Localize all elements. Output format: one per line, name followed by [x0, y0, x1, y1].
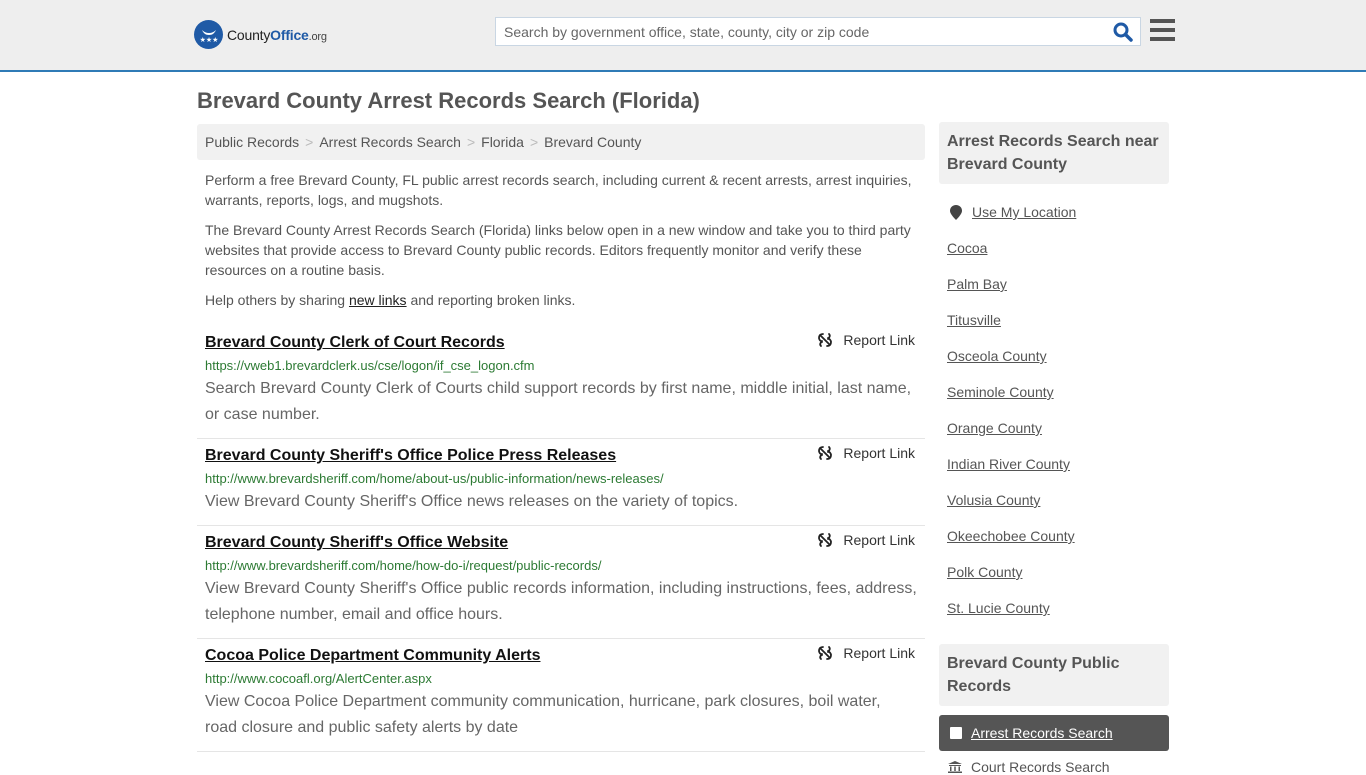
- nearby-link-volusia-county[interactable]: Volusia County: [947, 492, 1040, 508]
- new-links-link[interactable]: new links: [349, 292, 407, 308]
- nearby-link-cocoa[interactable]: Cocoa: [947, 240, 987, 256]
- broken-link-icon: [818, 333, 833, 347]
- nearby-link-orange-county[interactable]: Orange County: [947, 420, 1042, 436]
- nearby-link-palm-bay[interactable]: Palm Bay: [947, 276, 1007, 292]
- breadcrumb-florida[interactable]: Florida: [481, 134, 524, 150]
- nearby-link-osceola-county[interactable]: Osceola County: [947, 348, 1047, 364]
- intro-p3-text: Help others by sharing: [205, 292, 349, 308]
- result-title-link[interactable]: Brevard County Clerk of Court Records: [205, 332, 505, 354]
- report-link-label: Report Link: [843, 332, 915, 348]
- results-list: Brevard County Clerk of Court Records Re…: [197, 326, 925, 752]
- report-link-button[interactable]: Report Link: [817, 445, 915, 461]
- nearby-link-seminole-county[interactable]: Seminole County: [947, 384, 1054, 400]
- search-icon[interactable]: [1112, 21, 1134, 43]
- map-marker-icon: [950, 204, 962, 220]
- result-description: View Brevard County Sheriff's Office pub…: [205, 580, 917, 623]
- nearby-item: Volusia County: [947, 482, 1161, 518]
- nearby-item: Seminole County: [947, 374, 1161, 410]
- breadcrumb-public-records[interactable]: Public Records: [205, 134, 299, 150]
- breadcrumb-separator: >: [305, 134, 314, 150]
- result-item: Brevard County Clerk of Court Records Re…: [197, 326, 925, 439]
- result-item: Cocoa Police Department Community Alerts…: [197, 639, 925, 752]
- report-link-label: Report Link: [843, 445, 915, 461]
- page-title: Brevard County Arrest Records Search (Fl…: [197, 88, 700, 113]
- nearby-link-st-lucie-county[interactable]: St. Lucie County: [947, 600, 1050, 616]
- result-title-link[interactable]: Brevard County Sheriff's Office Police P…: [205, 445, 616, 467]
- breadcrumb-brevard-county[interactable]: Brevard County: [544, 134, 641, 150]
- result-item: Brevard County Sheriff's Office Website …: [197, 526, 925, 639]
- result-description: Search Brevard County Clerk of Courts ch…: [205, 380, 912, 423]
- intro-p3-text-end: and reporting broken links.: [406, 292, 576, 308]
- report-link-label: Report Link: [843, 532, 915, 548]
- nearby-link-okeechobee-county[interactable]: Okeechobee County: [947, 528, 1075, 544]
- broken-link-icon: [818, 646, 833, 660]
- nearby-item: Polk County: [947, 554, 1161, 590]
- top-navigation-bar: ★★★ CountyOffice.org: [0, 0, 1366, 72]
- nearby-item: Cocoa: [947, 230, 1161, 266]
- nearby-item: Titusville: [947, 302, 1161, 338]
- intro-text: Perform a free Brevard County, FL public…: [205, 170, 920, 320]
- nearby-link-titusville[interactable]: Titusville: [947, 312, 1001, 328]
- records-item-arrest-records-search[interactable]: Arrest Records Search: [939, 715, 1169, 751]
- nearby-item: St. Lucie County: [947, 590, 1161, 626]
- svg-text:★★★: ★★★: [199, 36, 218, 44]
- result-url: http://www.cocoafl.org/AlertCenter.aspx: [205, 671, 432, 686]
- breadcrumb-arrest-records-search[interactable]: Arrest Records Search: [319, 134, 461, 150]
- courthouse-icon: [948, 761, 962, 773]
- broken-link-icon: [818, 533, 833, 547]
- result-description: View Cocoa Police Department community c…: [205, 693, 881, 736]
- nearby-item: Palm Bay: [947, 266, 1161, 302]
- court-records-search-link[interactable]: Court Records Search: [971, 759, 1110, 775]
- logo-text-county: County: [227, 26, 271, 43]
- intro-paragraph-2: The Brevard County Arrest Records Search…: [205, 222, 911, 278]
- breadcrumb-separator: >: [466, 134, 476, 150]
- logo-text: CountyOffice.org: [227, 27, 327, 43]
- nearby-item: Okeechobee County: [947, 518, 1161, 554]
- nearby-item: Osceola County: [947, 338, 1161, 374]
- report-link-button[interactable]: Report Link: [817, 645, 915, 661]
- records-item-court-records-search[interactable]: Court Records Search: [939, 759, 1169, 775]
- square-icon: [950, 727, 962, 739]
- intro-paragraph-3: Help others by sharing new links and rep…: [205, 290, 920, 310]
- report-link-label: Report Link: [843, 645, 915, 661]
- result-item: Brevard County Sheriff's Office Police P…: [197, 439, 925, 526]
- breadcrumb-separator: >: [529, 134, 539, 150]
- result-url: http://www.brevardsheriff.com/home/about…: [205, 471, 664, 486]
- search-box: [495, 17, 1141, 46]
- breadcrumb: Public Records > Arrest Records Search > Flo…: [197, 124, 925, 160]
- public-records-heading: Brevard County Public Records: [939, 644, 1169, 706]
- nearby-list: Use My Location Cocoa Palm Bay Titusvill…: [939, 184, 1169, 626]
- report-link-button[interactable]: Report Link: [817, 332, 915, 348]
- result-title-link[interactable]: Brevard County Sheriff's Office Website: [205, 532, 508, 554]
- search-input[interactable]: [496, 18, 1106, 45]
- nearby-link-indian-river-county[interactable]: Indian River County: [947, 456, 1070, 472]
- public-records-sidebar: Brevard County Public Records Arrest Rec…: [939, 644, 1169, 775]
- nearby-link-polk-county[interactable]: Polk County: [947, 564, 1022, 580]
- countyoffice-logo[interactable]: ★★★ CountyOffice.org: [194, 20, 327, 49]
- hamburger-menu-icon[interactable]: [1150, 19, 1175, 41]
- broken-link-icon: [818, 446, 833, 460]
- intro-paragraph-1: Perform a free Brevard County, FL public…: [205, 172, 912, 208]
- result-url: https://vweb1.brevardclerk.us/cse/logon/…: [205, 358, 535, 373]
- use-location-item: Use My Location: [947, 194, 1161, 230]
- result-description: View Brevard County Sheriff's Office new…: [205, 493, 739, 510]
- arrest-records-search-link[interactable]: Arrest Records Search: [971, 725, 1113, 741]
- result-title-link[interactable]: Cocoa Police Department Community Alerts: [205, 645, 540, 667]
- eagle-stars-logo-icon: ★★★: [194, 20, 223, 49]
- logo-text-org: .org: [308, 30, 327, 43]
- use-my-location-link[interactable]: Use My Location: [972, 194, 1076, 230]
- nearby-sidebar: Arrest Records Search near Brevard Count…: [939, 122, 1169, 626]
- nearby-item: Orange County: [947, 410, 1161, 446]
- logo-text-office: Office: [270, 26, 309, 43]
- nearby-item: Indian River County: [947, 446, 1161, 482]
- result-url: http://www.brevardsheriff.com/home/how-d…: [205, 558, 602, 573]
- nearby-heading: Arrest Records Search near Brevard Count…: [939, 122, 1169, 184]
- report-link-button[interactable]: Report Link: [817, 532, 915, 548]
